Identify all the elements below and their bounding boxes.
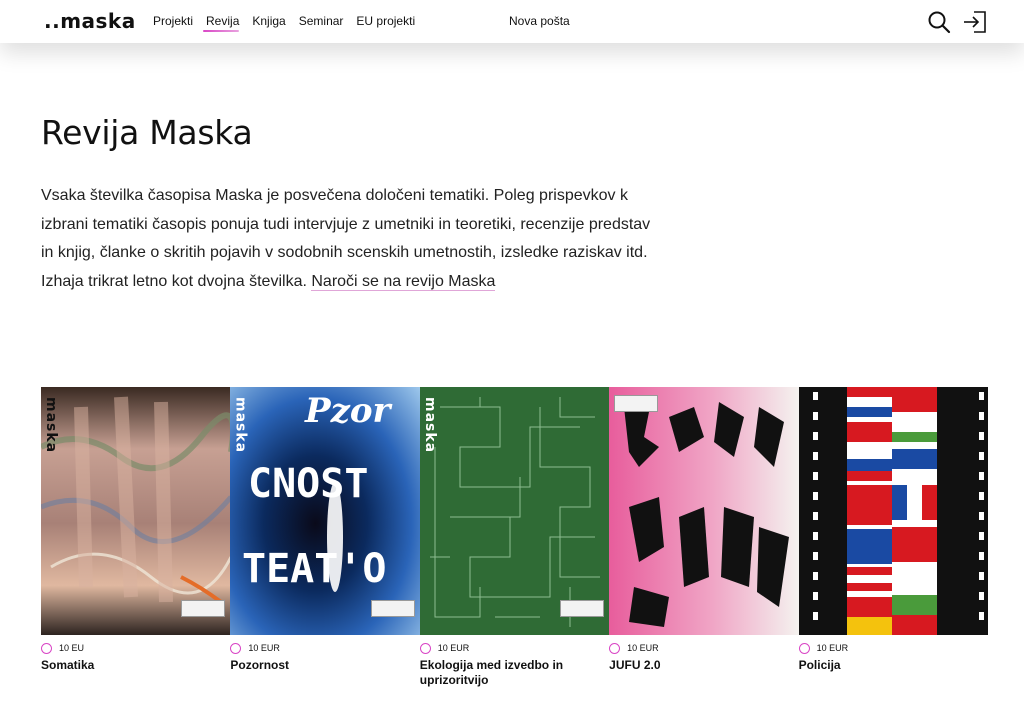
cover-art: [624, 402, 790, 627]
cover-maska-logo: maska: [43, 397, 59, 454]
svg-text:TEAT'O: TEAT'O: [242, 546, 387, 592]
svg-text:CNOST: CNOST: [248, 461, 368, 507]
cover-art: [429, 397, 600, 627]
issue-card-ekologija[interactable]: maska 10 EUR Ekologija med izvedbo in up…: [419, 387, 610, 688]
issue-cover[interactable]: maska: [419, 387, 610, 635]
cover-art: [41, 396, 231, 604]
add-to-cart-icon[interactable]: [41, 642, 52, 654]
cover-maska-logo: maska: [232, 397, 249, 454]
issue-card-jufu[interactable]: 10 EUR JUFU 2.0: [609, 387, 799, 688]
svg-text:Pzor: Pzor: [304, 391, 393, 431]
issue-list: maska 10 EU Somatika Pzor CNOST TEAT'O m…: [41, 387, 988, 688]
nav-item-seminar[interactable]: Seminar: [299, 14, 344, 28]
main-nav: Projekti Revija Knjiga Seminar EU projek…: [153, 14, 415, 32]
cover-maska-logo: maska: [421, 397, 438, 454]
login-icon[interactable]: [962, 10, 988, 34]
nav-item-projekti[interactable]: Projekti: [153, 14, 193, 28]
issue-card-pozornost[interactable]: Pzor CNOST TEAT'O maska 10 EUR Pozornost: [230, 387, 420, 688]
subscribe-link[interactable]: Naroči se na revijo Maska: [311, 272, 496, 291]
nav-item-revija[interactable]: Revija: [202, 14, 240, 32]
cover-art: [798, 387, 988, 635]
site-logo[interactable]: ..maska: [44, 9, 136, 33]
issue-title[interactable]: Somatika: [41, 658, 230, 673]
page-title: Revija Maska: [41, 113, 253, 152]
add-to-cart-icon[interactable]: [419, 642, 431, 654]
add-to-cart-icon[interactable]: [798, 642, 810, 654]
cover-label: [614, 395, 659, 412]
add-to-cart-icon[interactable]: [609, 642, 621, 654]
nav-item-knjiga[interactable]: Knjiga: [252, 14, 285, 28]
issue-title[interactable]: JUFU 2.0: [609, 658, 798, 673]
issue-price: 10 EU: [59, 643, 85, 653]
cover-label: [370, 600, 415, 617]
site-header: ..maska Projekti Revija Knjiga Seminar E…: [0, 0, 1024, 43]
add-to-cart-icon[interactable]: [230, 642, 242, 654]
issue-price: 10 EUR: [248, 643, 280, 653]
issue-title[interactable]: Pozornost: [230, 658, 419, 673]
search-icon[interactable]: [927, 10, 953, 34]
nav-item-eu-projekti[interactable]: EU projekti: [356, 14, 415, 28]
issue-cover[interactable]: [798, 387, 988, 635]
issue-price: 10 EUR: [816, 643, 849, 653]
issue-title[interactable]: Ekologija med izvedbo in uprizoritvijo: [420, 658, 609, 688]
issue-title[interactable]: Policija: [799, 658, 988, 673]
intro-text: Vsaka številka časopisa Maska je posveče…: [41, 182, 661, 296]
issue-cover[interactable]: [609, 387, 799, 635]
issue-card-somatika[interactable]: maska 10 EU Somatika: [41, 387, 231, 688]
issue-cover[interactable]: Pzor CNOST TEAT'O maska: [230, 387, 420, 635]
issue-card-policija[interactable]: 10 EUR Policija: [798, 387, 988, 688]
cover-label: [560, 600, 605, 617]
cover-label: [181, 600, 226, 617]
issue-cover[interactable]: maska: [41, 387, 231, 635]
cover-art: Pzor CNOST TEAT'O: [242, 391, 393, 592]
nova-posta-link[interactable]: Nova pošta: [509, 14, 570, 28]
issue-price: 10 EUR: [627, 643, 659, 653]
issue-price: 10 EUR: [437, 643, 470, 653]
